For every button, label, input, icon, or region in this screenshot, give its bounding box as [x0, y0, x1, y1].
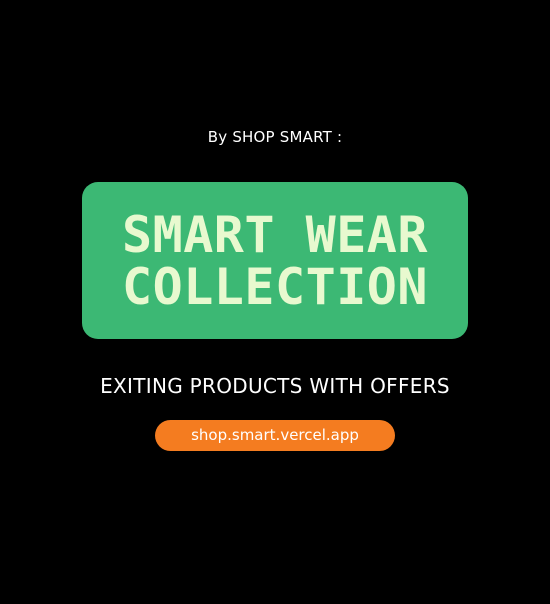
hero-title-line-2: COLLECTION	[121, 257, 429, 316]
shop-url-link[interactable]: shop.smart.vercel.app	[155, 420, 395, 451]
byline-text: By SHOP SMART :	[207, 128, 343, 146]
hero-title-line-1: SMART WEAR	[121, 205, 429, 264]
promo-banner: By SHOP SMART : SMART WEAR COLLECTION EX…	[0, 0, 550, 604]
tagline-text: EXITING PRODUCTS WITH OFFERS	[100, 374, 450, 398]
hero-card: SMART WEAR COLLECTION	[82, 182, 468, 339]
